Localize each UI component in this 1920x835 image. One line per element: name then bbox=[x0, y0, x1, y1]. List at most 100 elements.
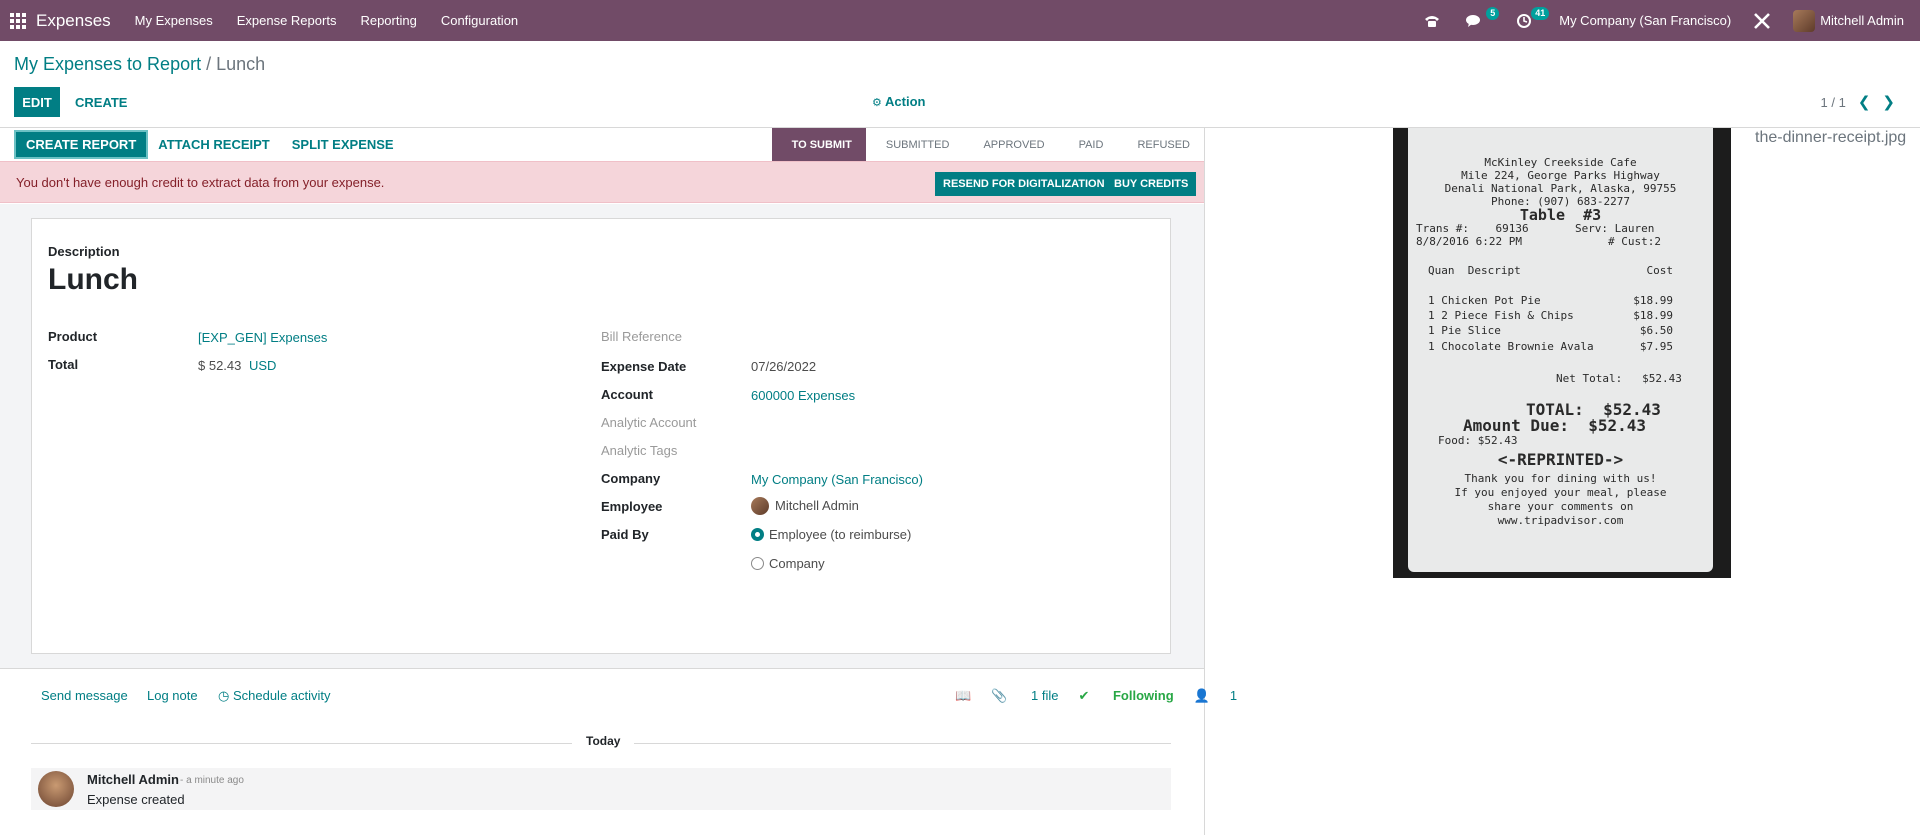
attachment-filename: the-dinner-receipt.jpg bbox=[1755, 129, 1907, 146]
messages-badge: 5 bbox=[1486, 6, 1500, 20]
following-button[interactable]: ✔ Following bbox=[1078, 688, 1173, 704]
receipt-line: Mile 224, George Parks Highway bbox=[1461, 169, 1660, 182]
receipt-line: www.tripadvisor.com bbox=[1497, 514, 1624, 527]
company-value[interactable]: My Company (San Francisco) bbox=[751, 472, 923, 487]
breadcrumb-parent[interactable]: My Expenses to Report bbox=[14, 54, 201, 74]
total-amount: $ 52.43 bbox=[198, 358, 242, 373]
paid-by-company-option[interactable]: Company bbox=[751, 556, 825, 571]
gear-icon: ⚙ bbox=[872, 97, 882, 109]
menu-configuration[interactable]: Configuration bbox=[441, 13, 518, 28]
credit-alert: You don't have enough credit to extract … bbox=[0, 161, 1204, 203]
user-avatar bbox=[1793, 9, 1816, 32]
account-value[interactable]: 600000 Expenses bbox=[751, 388, 855, 403]
receipt-line: Denali National Park, Alaska, 99755 bbox=[1444, 182, 1677, 195]
form-sheet: Description Lunch Product [EXP_GEN] Expe… bbox=[31, 218, 1171, 654]
activities-badge: 41 bbox=[1531, 6, 1550, 20]
radio-unselected-icon[interactable] bbox=[751, 557, 764, 570]
pager-value[interactable]: 1 / 1 bbox=[1821, 95, 1846, 110]
paid-by-employee-option[interactable]: Employee (to reimburse) bbox=[751, 527, 911, 542]
edit-button[interactable]: EDIT bbox=[14, 87, 60, 117]
receipt-line: Amount Due: $52.43 bbox=[1463, 416, 1647, 435]
chatter-topbar-right: 📖 📎 1 file ✔ Following 👤 1 bbox=[955, 688, 1237, 704]
breadcrumb: My Expenses to Report / Lunch bbox=[14, 54, 265, 75]
menu-expense-reports[interactable]: Expense Reports bbox=[237, 13, 337, 28]
radio-selected-icon[interactable] bbox=[751, 528, 764, 541]
receipt-line: 1 2 Piece Fish & Chips $18.99 bbox=[1428, 309, 1674, 322]
message-time: - a minute ago bbox=[180, 775, 244, 786]
chevron-right-icon[interactable]: ❯ bbox=[1882, 93, 1895, 111]
preview-divider bbox=[1204, 127, 1205, 835]
stage-paid: PAID bbox=[1078, 138, 1104, 151]
receipt-image: McKinley Creekside Cafe Mile 224, George… bbox=[1393, 128, 1731, 578]
employee-value: Mitchell Admin bbox=[751, 497, 859, 515]
receipt-line: Food: $52.43 bbox=[1438, 434, 1518, 447]
receipt-paper: McKinley Creekside Cafe Mile 224, George… bbox=[1408, 128, 1713, 572]
book-icon[interactable]: 📖 bbox=[955, 688, 971, 704]
menu-reporting[interactable]: Reporting bbox=[360, 13, 416, 28]
receipt-line: McKinley Creekside Cafe bbox=[1484, 156, 1637, 169]
debug-tools-icon[interactable] bbox=[1751, 10, 1773, 32]
chevron-left-icon[interactable]: ❮ bbox=[1858, 93, 1871, 111]
receipt-line: 1 Chocolate Brownie Avala $7.95 bbox=[1428, 340, 1674, 353]
schedule-activity-button[interactable]: ◷ Schedule activity bbox=[218, 688, 331, 704]
employee-name: Mitchell Admin bbox=[775, 498, 859, 513]
receipt-line: Quan Descript Cost bbox=[1428, 264, 1674, 277]
statusbar: CREATE REPORT ATTACH RECEIPT SPLIT EXPEN… bbox=[0, 128, 1204, 161]
receipt-line: Trans #: 69136 Serv: Lauren bbox=[1416, 222, 1655, 235]
stage-refused: REFUSED bbox=[1137, 138, 1190, 151]
employee-label: Employee bbox=[601, 499, 663, 514]
create-report-button[interactable]: CREATE REPORT bbox=[14, 130, 149, 159]
resend-digitalization-button[interactable]: RESEND FOR DIGITALIZATION bbox=[935, 172, 1113, 196]
description-label: Description bbox=[48, 244, 120, 259]
product-value[interactable]: [EXP_GEN] Expenses bbox=[198, 330, 327, 345]
company-switcher[interactable]: My Company (San Francisco) bbox=[1559, 13, 1731, 28]
message-author[interactable]: Mitchell Admin bbox=[87, 772, 179, 787]
stage-submitted: SUBMITTED bbox=[885, 138, 950, 151]
account-label: Account bbox=[601, 387, 653, 402]
activities-clock-icon[interactable]: 41 bbox=[1513, 6, 1550, 32]
analytic-account-label: Analytic Account bbox=[601, 415, 697, 430]
create-button[interactable]: CREATE bbox=[66, 87, 136, 117]
buy-credits-button[interactable]: BUY CREDITS bbox=[1106, 172, 1197, 196]
chatter-message: Mitchell Admin - a minute ago Expense cr… bbox=[31, 768, 1171, 810]
split-expense-button[interactable]: SPLIT EXPENSE bbox=[282, 130, 404, 159]
chatter-divider bbox=[0, 668, 1204, 669]
expense-title: Lunch bbox=[48, 263, 138, 296]
receipt-line: 1 Chicken Pot Pie $18.99 bbox=[1428, 294, 1674, 307]
receipt-line: 8/8/2016 6:22 PM # Cust:2 bbox=[1416, 235, 1662, 248]
attach-receipt-button[interactable]: ATTACH RECEIPT bbox=[148, 130, 279, 159]
following-label: Following bbox=[1112, 688, 1174, 703]
product-label: Product bbox=[48, 329, 98, 344]
app-brand[interactable]: Expenses bbox=[36, 11, 111, 31]
apps-menu-icon[interactable] bbox=[10, 12, 26, 29]
receipt-line: If you enjoyed your meal, please bbox=[1454, 486, 1667, 499]
total-currency[interactable]: USD bbox=[249, 358, 276, 373]
breadcrumb-separator: / bbox=[206, 54, 212, 74]
user-menu[interactable]: Mitchell Admin bbox=[1793, 9, 1904, 32]
today-label: Today bbox=[572, 734, 635, 748]
company-label: Company bbox=[601, 471, 661, 486]
followers-button[interactable]: 👤 1 bbox=[1194, 688, 1237, 704]
files-count: 1 file bbox=[1031, 688, 1059, 703]
log-note-button[interactable]: Log note bbox=[147, 688, 198, 703]
expense-date-label: Expense Date bbox=[601, 359, 687, 374]
message-body: Expense created bbox=[87, 792, 185, 807]
receipt-line: Thank you for dining with us! bbox=[1464, 472, 1657, 485]
action-menu[interactable]: ⚙ Action bbox=[872, 94, 925, 109]
analytic-tags-label: Analytic Tags bbox=[601, 443, 678, 458]
breadcrumb-current: Lunch bbox=[216, 54, 266, 74]
stage-approved: APPROVED bbox=[983, 138, 1045, 151]
attachments-button[interactable]: 📎 1 file bbox=[991, 688, 1058, 704]
author-avatar[interactable] bbox=[38, 771, 74, 807]
receipt-line: Net Total: $52.43 bbox=[1556, 372, 1682, 385]
action-label: Action bbox=[885, 94, 926, 109]
phone-icon[interactable] bbox=[1421, 10, 1443, 32]
paid-by-label: Paid By bbox=[601, 527, 649, 542]
receipt-line: share your comments on bbox=[1487, 500, 1634, 513]
followers-count: 1 bbox=[1229, 688, 1238, 703]
receipt-line: 1 Pie Slice $6.50 bbox=[1428, 324, 1674, 337]
messages-icon[interactable]: 5 bbox=[1463, 6, 1500, 32]
send-message-button[interactable]: Send message bbox=[41, 688, 128, 703]
expense-date-value: 07/26/2022 bbox=[751, 359, 817, 374]
menu-my-expenses[interactable]: My Expenses bbox=[135, 13, 213, 28]
